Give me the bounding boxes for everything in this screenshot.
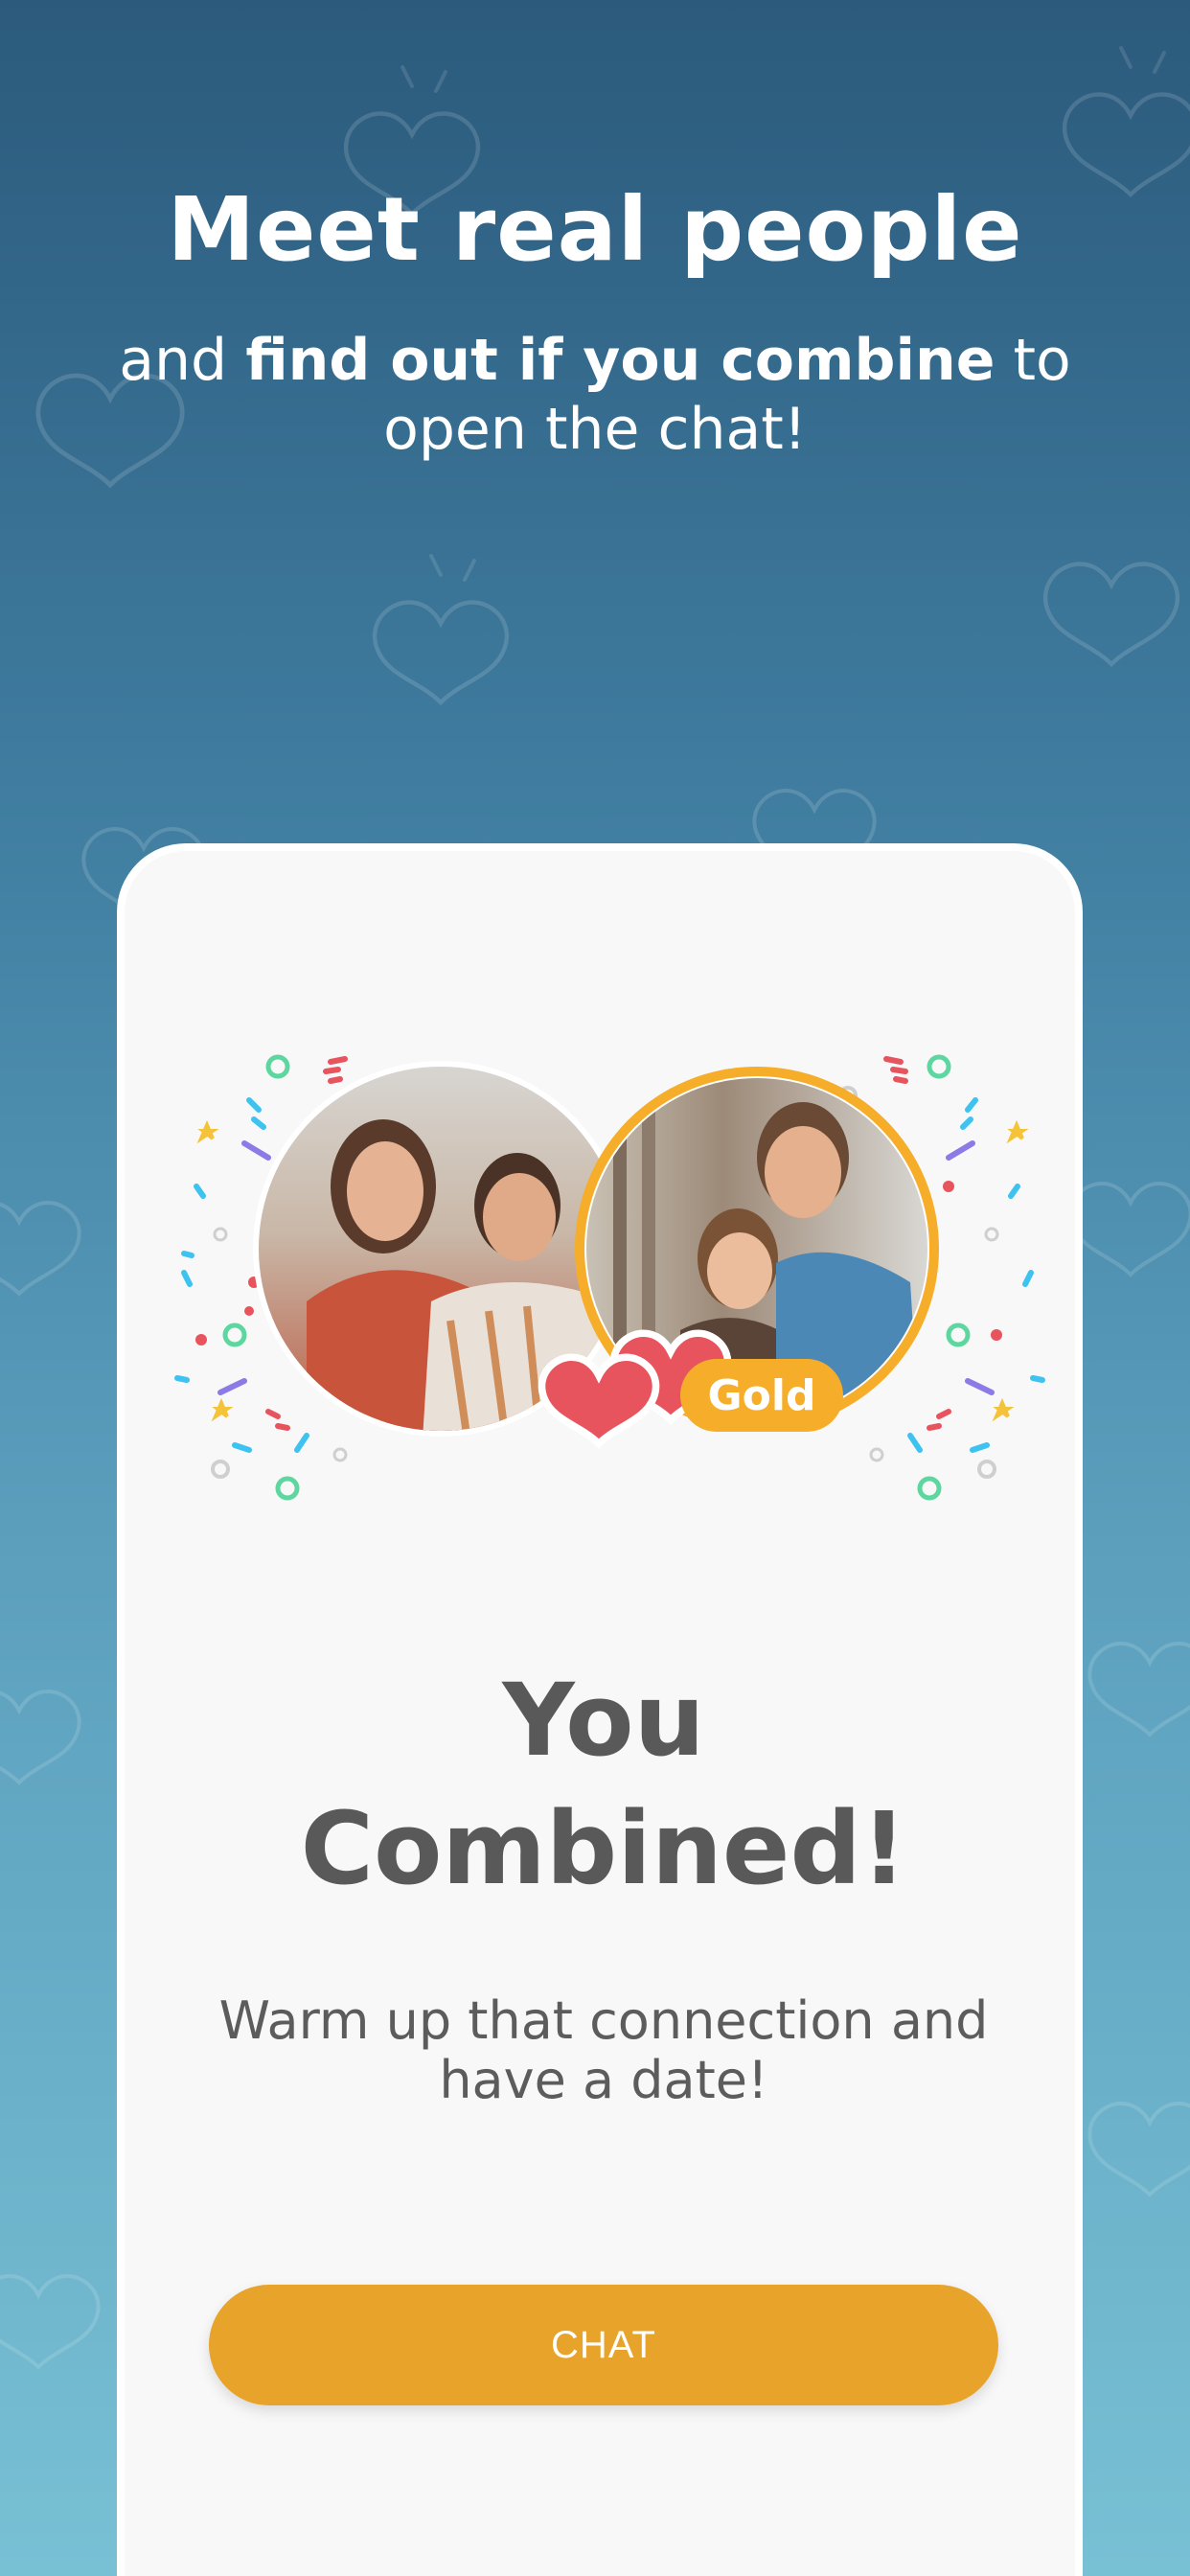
onboarding-screen: Meet real people and find out if you com… <box>0 0 1190 2576</box>
heart-icon <box>0 2274 101 2369</box>
star-icon <box>992 1397 1015 1422</box>
heart-icon <box>1087 1642 1190 1736</box>
heart-icon <box>375 603 507 703</box>
chat-button[interactable]: CHAT <box>209 2285 998 2405</box>
heart-icon <box>538 1353 660 1449</box>
heart-icon <box>1045 564 1178 665</box>
match-description: Warm up that connection and have a date! <box>182 1991 1025 2110</box>
phone-card: Gold You Combined! Warm up that connecti… <box>117 843 1083 2576</box>
star-icon <box>211 1397 234 1422</box>
match-description-line1: Warm up that connection and <box>218 1990 989 2051</box>
heart-icon <box>1087 2102 1190 2196</box>
match-title: You Combined! <box>125 1656 1083 1913</box>
match-title-line2: Combined! <box>300 1790 907 1907</box>
heart-icon <box>0 1201 81 1296</box>
star-icon <box>196 1119 219 1144</box>
match-title-line1: You <box>502 1662 705 1779</box>
heart-icon <box>1068 1182 1190 1276</box>
headline: Meet real people <box>167 178 1023 281</box>
heart-icon <box>0 1690 81 1784</box>
subheadline-bold: find out if you combine <box>245 327 995 394</box>
gold-badge: Gold <box>680 1359 843 1432</box>
subheadline: and find out if you combine to open the … <box>77 326 1113 464</box>
subheadline-pre: and <box>119 327 246 394</box>
match-description-line2: have a date! <box>439 2050 768 2110</box>
match-illustration: Gold <box>174 1054 1045 1501</box>
gold-badge-label: Gold <box>708 1371 816 1420</box>
star-icon <box>1006 1119 1029 1144</box>
